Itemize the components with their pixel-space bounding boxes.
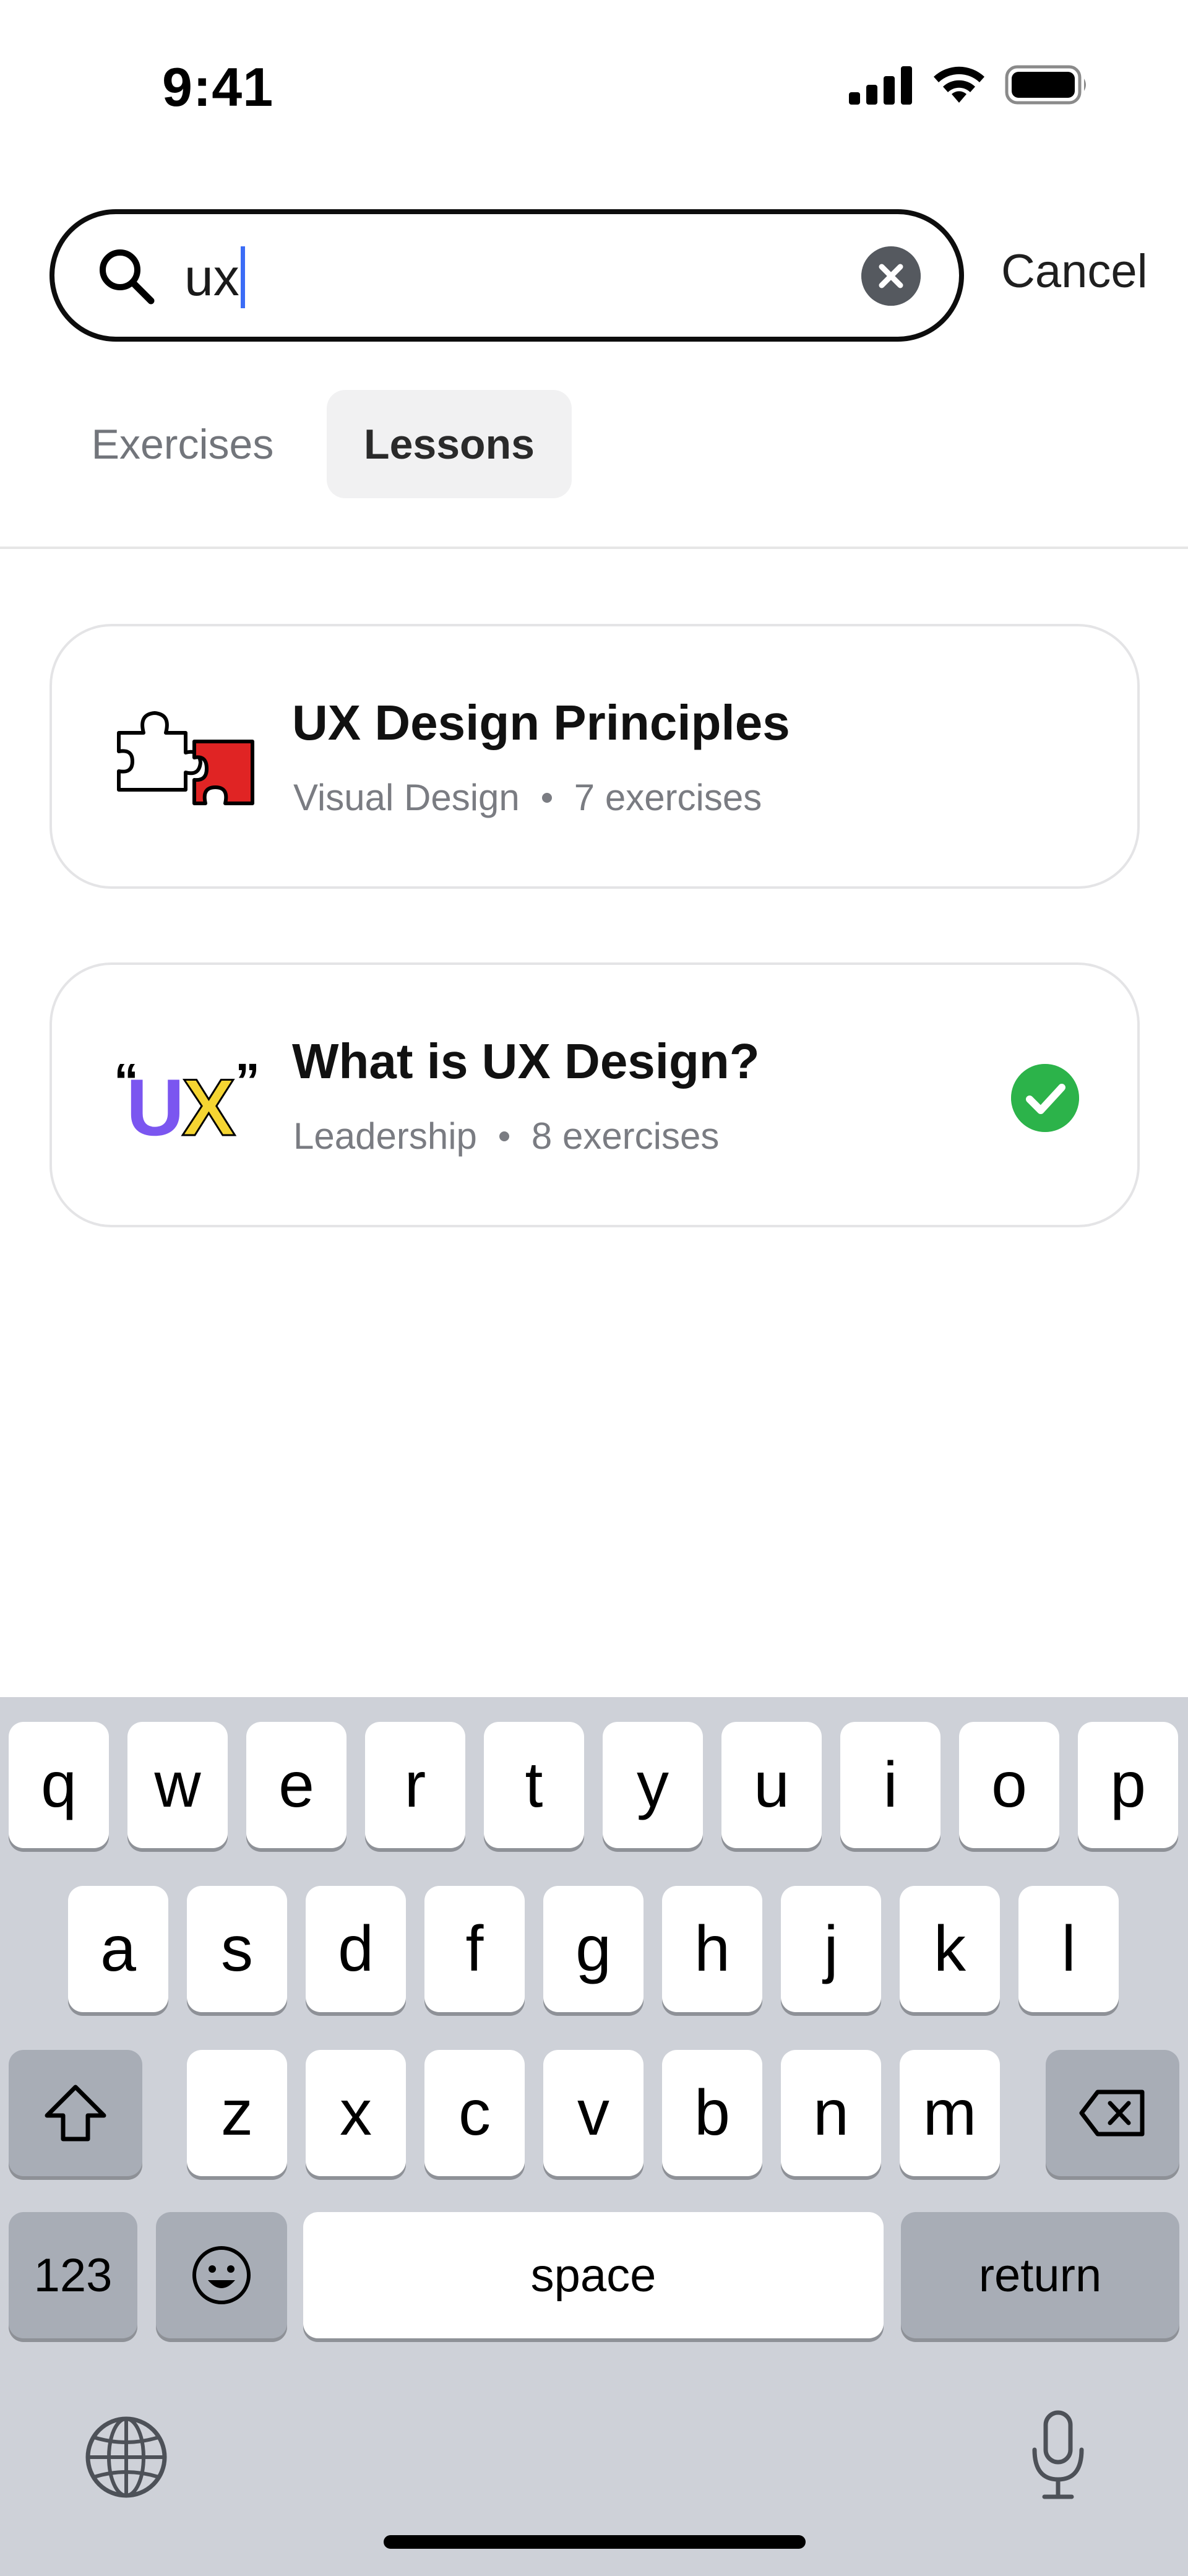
key-c[interactable]: c	[424, 2050, 525, 2176]
key-n[interactable]: n	[781, 2050, 881, 2176]
emoji-icon	[192, 2246, 251, 2304]
shift-key[interactable]	[9, 2050, 142, 2176]
key-x[interactable]: x	[306, 2050, 406, 2176]
search-input[interactable]: ux	[184, 246, 245, 308]
status-icons	[849, 64, 1089, 105]
key-u[interactable]: u	[721, 1722, 822, 1848]
tab-exercises[interactable]: Exercises	[68, 390, 297, 498]
key-l[interactable]: l	[1018, 1886, 1119, 2012]
lesson-card[interactable]: UX Design Principles Visual Design 7 exe…	[50, 624, 1140, 889]
key-m[interactable]: m	[900, 2050, 1000, 2176]
backspace-key[interactable]	[1046, 2050, 1179, 2176]
ux-close-quote: ”	[235, 1053, 256, 1109]
search-input-text: ux	[184, 248, 239, 306]
key-k[interactable]: k	[900, 1886, 1000, 2012]
lesson-meta: Leadership 8 exercises	[293, 1115, 719, 1157]
key-z[interactable]: z	[187, 2050, 287, 2176]
tab-lessons[interactable]: Lessons	[327, 390, 572, 498]
search-field[interactable]: ux	[50, 209, 964, 342]
status-time: 9:41	[162, 56, 274, 118]
lesson-exercise-count: 8 exercises	[531, 1115, 720, 1157]
backspace-icon	[1079, 2090, 1145, 2137]
separator-dot	[499, 1131, 509, 1141]
key-f[interactable]: f	[424, 1886, 525, 2012]
ux-quote-icon: “ U X ”	[114, 1053, 256, 1151]
key-r[interactable]: r	[365, 1722, 465, 1848]
key-t[interactable]: t	[484, 1722, 584, 1848]
key-a[interactable]: a	[68, 1886, 168, 2012]
clear-icon[interactable]	[861, 246, 921, 306]
key-d[interactable]: d	[306, 1886, 406, 2012]
search-icon	[100, 249, 155, 305]
lesson-title: What is UX Design?	[292, 1034, 760, 1089]
lesson-category: Leadership	[293, 1115, 477, 1157]
key-h[interactable]: h	[662, 1886, 762, 2012]
tabs-divider	[0, 547, 1188, 549]
lesson-card[interactable]: “ U X ” What is UX Design? Leadership 8 …	[50, 962, 1140, 1227]
home-indicator[interactable]	[384, 2535, 806, 2549]
lesson-exercise-count: 7 exercises	[574, 777, 762, 818]
lesson-category: Visual Design	[293, 777, 520, 818]
key-o[interactable]: o	[959, 1722, 1059, 1848]
completed-check-icon	[1011, 1064, 1079, 1132]
globe-icon[interactable]	[84, 2415, 168, 2499]
key-w[interactable]: w	[127, 1722, 228, 1848]
ux-letter-x: X	[182, 1062, 236, 1151]
key-j[interactable]: j	[781, 1886, 881, 2012]
numbers-key[interactable]: 123	[9, 2212, 137, 2338]
cellular-signal-icon	[849, 66, 912, 105]
key-b[interactable]: b	[662, 2050, 762, 2176]
ux-letter-u: U	[126, 1062, 184, 1151]
cancel-button[interactable]: Cancel	[1001, 244, 1148, 298]
software-keyboard: q w e r t y u i o p a s d f g h j k l z …	[0, 1697, 1188, 2576]
battery-icon	[1005, 65, 1086, 105]
puzzle-icon	[117, 711, 254, 805]
key-s[interactable]: s	[187, 1886, 287, 2012]
key-v[interactable]: v	[543, 2050, 644, 2176]
shift-icon	[45, 2085, 106, 2142]
space-key[interactable]: space	[303, 2212, 884, 2338]
wifi-icon	[934, 66, 984, 103]
lesson-title: UX Design Principles	[292, 695, 790, 750]
microphone-icon[interactable]	[1027, 2409, 1089, 2502]
status-bar: 9:41	[0, 0, 1188, 161]
lesson-meta: Visual Design 7 exercises	[293, 776, 762, 819]
return-key[interactable]: return	[901, 2212, 1179, 2338]
key-g[interactable]: g	[543, 1886, 644, 2012]
key-q[interactable]: q	[9, 1722, 109, 1848]
key-p[interactable]: p	[1078, 1722, 1178, 1848]
text-caret	[240, 246, 245, 308]
key-e[interactable]: e	[246, 1722, 346, 1848]
key-i[interactable]: i	[840, 1722, 940, 1848]
emoji-key[interactable]	[156, 2212, 287, 2338]
key-y[interactable]: y	[603, 1722, 703, 1848]
separator-dot	[541, 792, 552, 803]
